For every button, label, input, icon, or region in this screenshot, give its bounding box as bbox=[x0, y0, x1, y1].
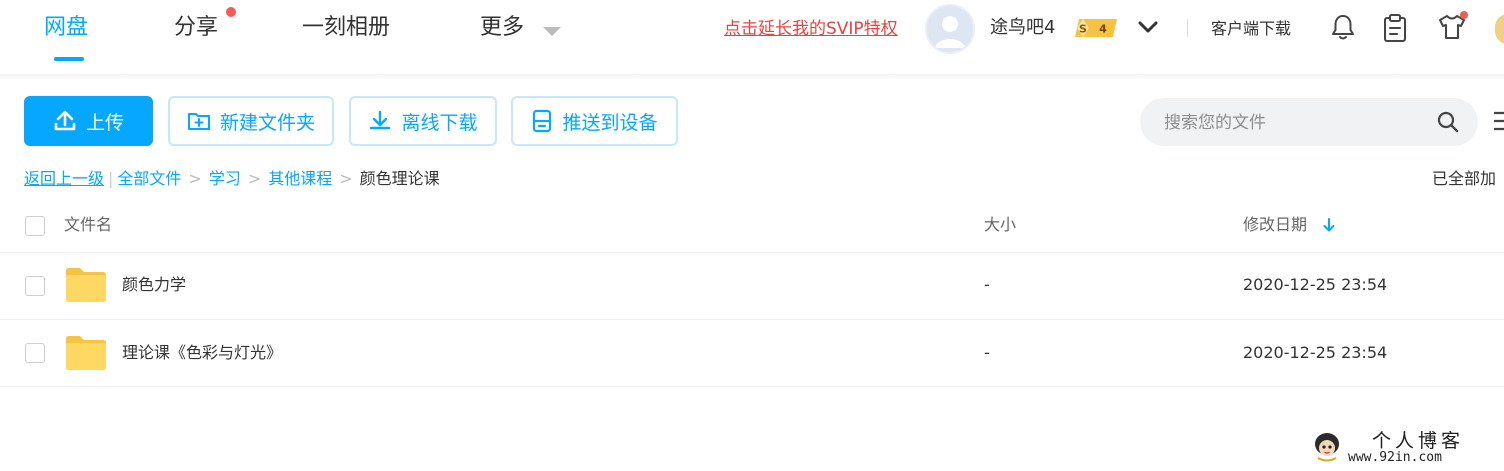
watermark-title: 个人博客 bbox=[1372, 430, 1465, 452]
watermark-url: www.92in.com bbox=[1348, 450, 1442, 465]
breadcrumb-separator: > bbox=[188, 169, 202, 188]
file-size: - bbox=[984, 275, 990, 294]
watermark: 个人博客 www.92in.com bbox=[1312, 430, 1492, 466]
top-bar: 网盘 分享 一刻相册 更多 点击延长我的SVIP特权 途鸟吧4 S 4 客户端下… bbox=[0, 0, 1504, 74]
upload-button[interactable]: 上传 bbox=[24, 96, 153, 146]
offline-download-label: 离线下载 bbox=[401, 111, 478, 134]
folder-plus-icon bbox=[187, 113, 210, 130]
bell-icon[interactable] bbox=[1330, 13, 1356, 41]
theme-notification-dot bbox=[1460, 11, 1468, 19]
row-checkbox[interactable] bbox=[25, 343, 45, 363]
push-to-device-button[interactable]: 推送到设备 bbox=[511, 96, 678, 146]
breadcrumb-item-other-courses[interactable]: 其他课程 bbox=[268, 169, 332, 188]
breadcrumb-separator: | bbox=[108, 169, 114, 188]
select-all-checkbox[interactable] bbox=[25, 216, 45, 236]
breadcrumb-item-all-files[interactable]: 全部文件 bbox=[117, 169, 181, 188]
row-divider bbox=[0, 386, 1504, 387]
sort-descending-icon[interactable] bbox=[1322, 217, 1336, 233]
clipboard-icon[interactable] bbox=[1382, 13, 1408, 43]
new-folder-button[interactable]: 新建文件夹 bbox=[168, 96, 334, 146]
back-link[interactable]: 返回上一级 bbox=[24, 169, 104, 188]
header-divider bbox=[1187, 19, 1188, 37]
share-notification-dot bbox=[226, 7, 236, 17]
svip-badge-icon: S 4 bbox=[1075, 19, 1117, 37]
tab-moments-album[interactable]: 一刻相册 bbox=[302, 12, 390, 44]
download-icon bbox=[370, 110, 391, 130]
client-download-link[interactable]: 客户端下载 bbox=[1211, 17, 1291, 41]
row-divider bbox=[0, 252, 1504, 253]
push-to-device-label: 推送到设备 bbox=[562, 111, 658, 134]
breadcrumb-current: 颜色理论课 bbox=[359, 169, 440, 188]
folder-icon bbox=[66, 268, 106, 302]
search-input[interactable] bbox=[1162, 98, 1436, 148]
file-modified-date: 2020-12-25 23:54 bbox=[1243, 275, 1388, 294]
column-header-name[interactable]: 文件名 bbox=[64, 213, 112, 237]
breadcrumb: 返回上一级 | 全部文件 > 学习 > 其他课程 > 颜色理论课 bbox=[24, 167, 440, 191]
svip-promo-link[interactable]: 点击延长我的SVIP特权 bbox=[724, 17, 898, 41]
avatar[interactable] bbox=[925, 4, 975, 54]
new-folder-label: 新建文件夹 bbox=[219, 111, 315, 134]
upload-icon bbox=[54, 110, 76, 131]
username[interactable]: 途鸟吧4 bbox=[990, 15, 1055, 41]
header-shadow bbox=[0, 74, 1504, 80]
chevron-down-icon[interactable] bbox=[543, 27, 561, 36]
column-header-size[interactable]: 大小 bbox=[984, 213, 1016, 237]
file-name[interactable]: 理论课《色彩与灯光》 bbox=[122, 341, 282, 365]
chevron-down-icon[interactable] bbox=[1137, 17, 1159, 37]
avatar[interactable] bbox=[1495, 14, 1504, 44]
list-view-icon[interactable] bbox=[1494, 109, 1504, 133]
load-status: 已全部加 bbox=[1432, 169, 1497, 188]
tab-more[interactable]: 更多 bbox=[480, 12, 524, 44]
upload-label: 上传 bbox=[85, 111, 124, 134]
row-checkbox[interactable] bbox=[25, 276, 45, 296]
file-name[interactable]: 颜色力学 bbox=[122, 273, 186, 297]
active-tab-indicator bbox=[54, 57, 84, 61]
tab-netdisk[interactable]: 网盘 bbox=[44, 12, 88, 44]
folder-icon bbox=[66, 336, 106, 370]
breadcrumb-item-study[interactable]: 学习 bbox=[209, 169, 241, 188]
mascot-face-icon bbox=[1315, 433, 1339, 462]
vip-level-number: 4 bbox=[1099, 23, 1107, 36]
breadcrumb-separator: > bbox=[339, 169, 353, 188]
file-modified-date: 2020-12-25 23:54 bbox=[1243, 343, 1388, 362]
breadcrumb-separator: > bbox=[247, 169, 262, 188]
file-size: - bbox=[984, 343, 990, 362]
search-icon[interactable] bbox=[1436, 110, 1460, 134]
column-header-modified[interactable]: 修改日期 bbox=[1243, 213, 1307, 237]
tab-share[interactable]: 分享 bbox=[174, 12, 218, 44]
row-divider bbox=[0, 319, 1504, 320]
default-avatar-icon bbox=[935, 16, 965, 48]
offline-download-button[interactable]: 离线下载 bbox=[349, 96, 497, 146]
svg-text:S: S bbox=[1079, 23, 1087, 36]
device-icon bbox=[533, 109, 552, 133]
search-box bbox=[1140, 98, 1478, 148]
